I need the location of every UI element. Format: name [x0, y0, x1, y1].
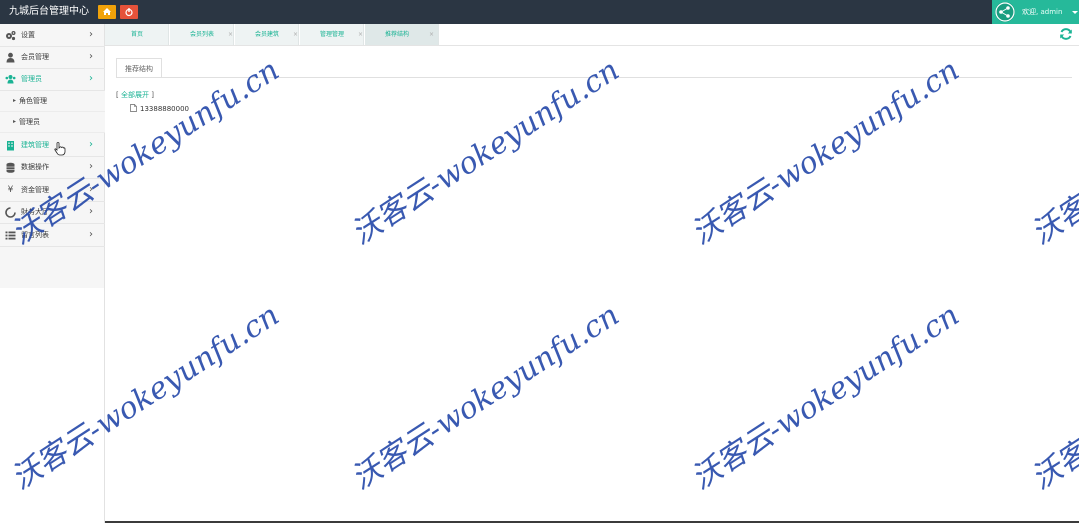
tab-label: 首页 [130, 31, 143, 38]
bracket-close: ] [151, 91, 154, 99]
database-icon [6, 162, 15, 173]
tree-node[interactable]: 13388880000 [130, 104, 189, 115]
list-icon [5, 231, 16, 240]
sidebar-item-label: 管理员 [21, 75, 42, 83]
home-icon [103, 8, 111, 15]
user-menu[interactable]: 欢迎, admin [992, 0, 1079, 24]
watermark-text: 沃客云-wokeyunfu.cn [345, 298, 625, 497]
refresh-icon[interactable] [1059, 27, 1073, 41]
tab-member-list[interactable]: 会员列表 × [170, 24, 234, 45]
power-icon [125, 8, 133, 17]
sidebar-subitem-label: 角色管理 [19, 97, 47, 105]
chevron-down-icon [1072, 11, 1078, 14]
avatar [995, 2, 1015, 22]
tab-referral-structure[interactable]: 推荐结构 × [365, 24, 439, 45]
chevron-right-icon: › [89, 184, 93, 195]
bracket-open: [ [116, 91, 119, 99]
app-window: 九城后台管理中心 欢迎, admin 设置 › 会员管理 › 管理员 › ▸ 角… [0, 0, 1079, 523]
panel-tab-referral-structure[interactable]: 推荐结构 [116, 58, 162, 78]
chevron-right-icon: › [89, 139, 93, 150]
chevron-right-icon: › [89, 161, 93, 172]
tree-expand-control: [ 全部展开 ] [116, 90, 154, 101]
close-icon[interactable]: × [358, 30, 363, 40]
file-icon [130, 104, 137, 112]
sidebar-item-label: 数据操作 [21, 163, 49, 171]
watermark-overlay: 沃客云-wokeyunfu.cn 沃客云-wokeyunfu.cn 沃客云-wo… [5, 53, 1079, 497]
users-icon [5, 75, 16, 84]
panel-tab-label: 推荐结构 [125, 65, 153, 73]
tab-label: 会员列表 [189, 31, 214, 38]
tab-admin-management[interactable]: 管理管理 × [300, 24, 364, 45]
expand-all-link[interactable]: 全部展开 [121, 91, 149, 99]
sidebar-empty-area [0, 288, 105, 523]
sidebar-subitem-admin-list[interactable]: ▸ 管理员 [0, 112, 105, 133]
sidebar-item-label: 会员管理 [21, 53, 49, 61]
username: admin [1040, 8, 1063, 16]
building-icon [7, 141, 14, 151]
user-icon [6, 52, 15, 63]
tab-home[interactable]: 首页 [105, 24, 169, 45]
sidebar-item-data-ops[interactable]: 数据操作 › [0, 156, 105, 179]
close-icon[interactable]: × [228, 30, 233, 40]
sidebar-item-label: 建筑管理 [21, 141, 49, 149]
sidebar-item-funds[interactable]: ¥ 资金管理 › [0, 179, 105, 202]
tab-member-buildings[interactable]: 会员建筑 × [235, 24, 299, 45]
chevron-right-icon: › [89, 29, 93, 40]
close-icon[interactable]: × [429, 30, 434, 40]
sidebar-item-members[interactable]: 会员管理 › [0, 46, 105, 69]
watermark-text: 沃客云-wokeyunfu.cn [685, 298, 965, 497]
chevron-right-icon: › [89, 51, 93, 62]
logout-button[interactable] [120, 5, 138, 19]
watermark-text: 沃客云-wokeyunfu.cn [345, 53, 625, 252]
watermark-text: 沃客云-wokeyunfu.cn [685, 53, 965, 252]
sidebar-item-settings[interactable]: 设置 › [0, 24, 105, 47]
welcome-text: 欢迎, admin [1022, 6, 1062, 18]
share-icon [995, 2, 1015, 22]
yen-icon: ¥ [7, 185, 14, 195]
panel-tab-divider [116, 77, 1072, 78]
circle-notch-icon [5, 207, 16, 218]
tab-label: 会员建筑 [254, 31, 279, 38]
sidebar-item-messages[interactable]: 留言列表 › [0, 224, 105, 247]
sidebar-item-finance-hall[interactable]: 財务大厅 › [0, 201, 105, 224]
app-title: 九城后台管理中心 [9, 6, 89, 17]
watermark-text: 沃客云-wokeyunfu.cn [1025, 53, 1079, 252]
sidebar-subitem-label: 管理员 [19, 118, 40, 126]
close-icon[interactable]: × [293, 30, 298, 40]
sidebar-item-label: 留言列表 [21, 231, 49, 239]
top-bar: 九城后台管理中心 欢迎, admin [0, 0, 1079, 24]
tab-label: 管理管理 [319, 31, 344, 38]
bullet-icon: ▸ [13, 97, 17, 104]
bullet-icon: ▸ [13, 118, 17, 125]
hand-cursor-icon [54, 142, 66, 156]
chevron-down-icon: › [89, 73, 93, 84]
chevron-right-icon: › [89, 206, 93, 217]
sidebar-item-admins[interactable]: 管理员 › [0, 68, 105, 91]
welcome-label: 欢迎, [1022, 8, 1039, 16]
sidebar-item-label: 设置 [21, 31, 35, 39]
tab-label: 推荐结构 [384, 31, 409, 38]
watermark-text: 沃客云-wokeyunfu.cn [1025, 298, 1079, 497]
sidebar-item-buildings[interactable]: 建筑管理 › [0, 134, 105, 157]
sidebar-item-label: 资金管理 [21, 186, 49, 194]
home-button[interactable] [98, 5, 116, 19]
tree-node-label: 13388880000 [140, 105, 189, 113]
chevron-right-icon: › [89, 229, 93, 240]
sidebar-item-label: 財务大厅 [21, 208, 49, 216]
sidebar-subitem-roles[interactable]: ▸ 角色管理 [0, 91, 105, 112]
gears-icon [6, 31, 16, 41]
